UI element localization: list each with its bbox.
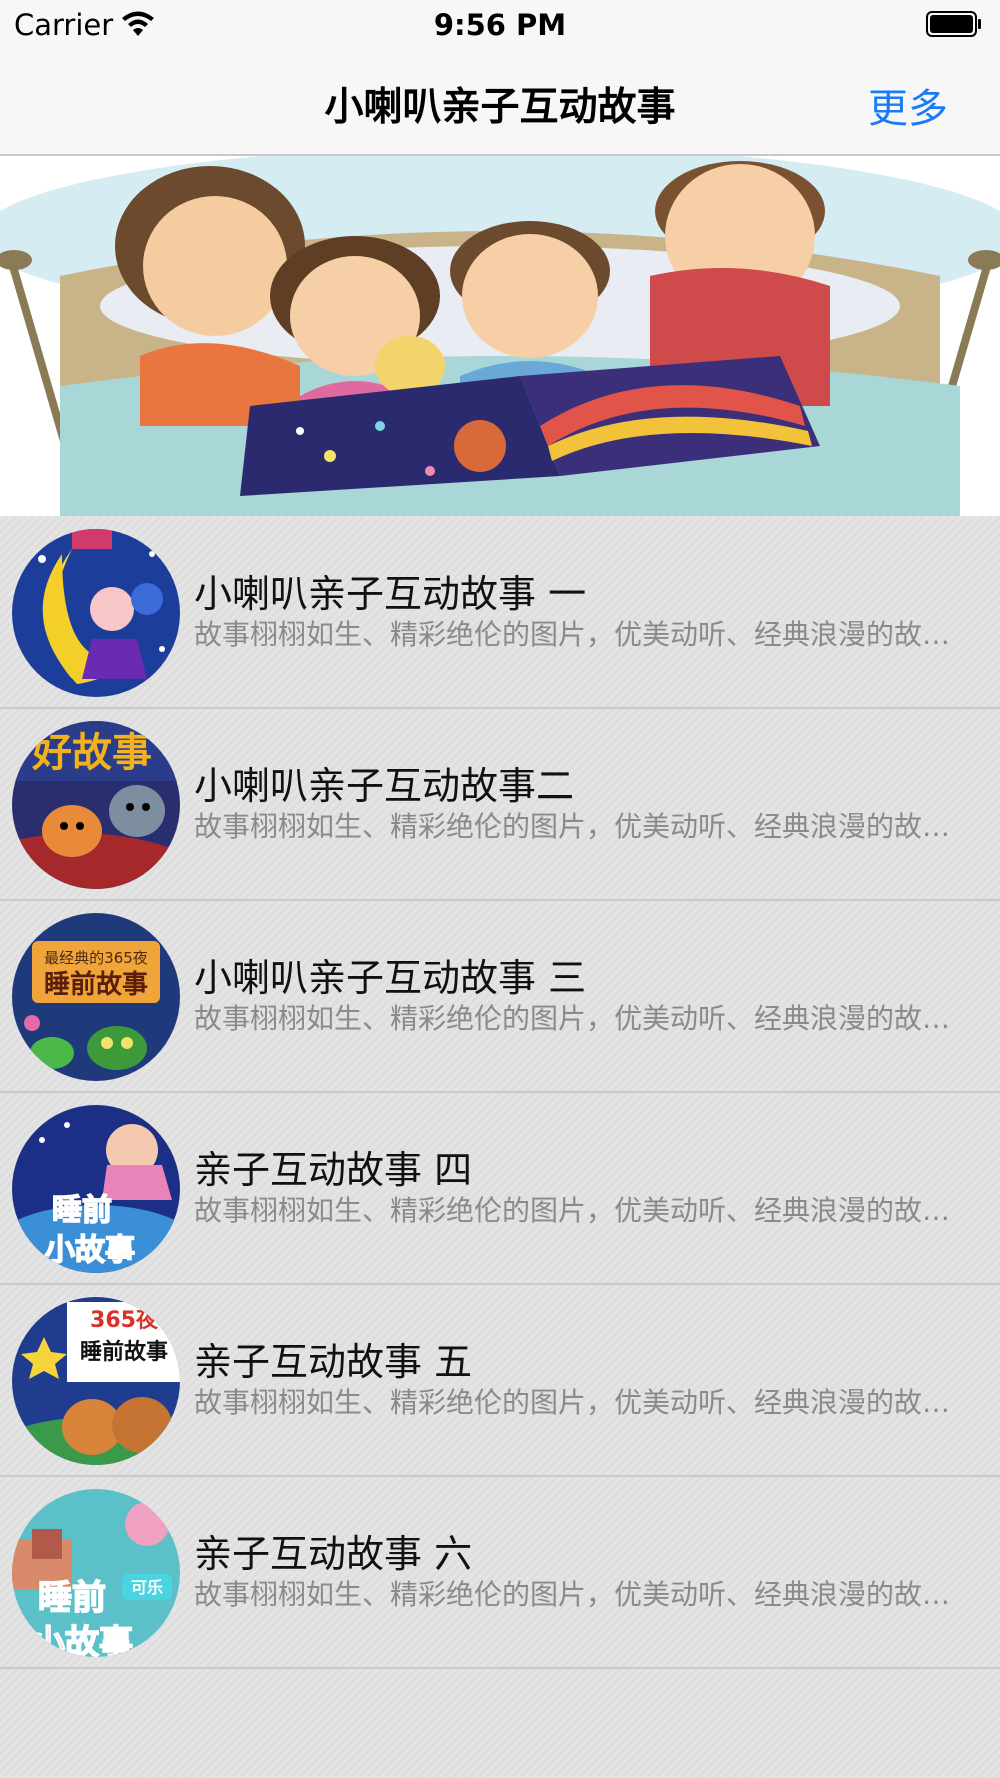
- clock: 9:56 PM: [433, 8, 567, 42]
- svg-text:最经典的365夜: 最经典的365夜: [44, 949, 148, 967]
- more-button[interactable]: 更多: [868, 76, 948, 134]
- cats-story-cover: 好故事: [12, 721, 180, 889]
- svg-text:好故事: 好故事: [31, 730, 152, 776]
- battery-icon: [926, 11, 981, 37]
- story-thumbnail: [12, 529, 180, 697]
- story-description: 故事栩栩如生、精彩绝伦的图片，优美动听、经典浪漫的故…: [194, 1578, 951, 1611]
- family-reading-illustration: [0, 156, 1000, 516]
- status-bar: Carrier 9:56 PM: [0, 0, 1000, 50]
- svg-text:睡前故事: 睡前故事: [80, 1339, 168, 1365]
- story-description: 故事栩栩如生、精彩绝伦的图片，优美动听、经典浪漫的故…: [194, 1194, 951, 1227]
- story-row[interactable]: 好故事 小喇叭亲子互动故事二 故事栩栩如生、精彩绝伦的图片，优美动听、经典浪漫的…: [0, 709, 1000, 901]
- svg-text:365夜: 365夜: [90, 1307, 159, 1333]
- navigation-bar: 小喇叭亲子互动故事 更多: [0, 50, 1000, 156]
- story-title: 亲子互动故事 四: [194, 1148, 473, 1192]
- story-thumbnail: 可乐 睡前 小故事: [12, 1489, 180, 1657]
- story-thumbnail: 365夜 睡前故事: [12, 1297, 180, 1465]
- svg-text:可乐: 可乐: [131, 1578, 163, 1597]
- story-description: 故事栩栩如生、精彩绝伦的图片，优美动听、经典浪漫的故…: [194, 1386, 951, 1419]
- svg-text:睡前: 睡前: [52, 1193, 112, 1228]
- svg-text:睡前: 睡前: [38, 1578, 106, 1618]
- banner-image[interactable]: [0, 156, 1000, 516]
- story-title: 亲子互动故事 五: [194, 1340, 473, 1384]
- svg-text:小故事: 小故事: [45, 1233, 135, 1268]
- story-row[interactable]: 小喇叭亲子互动故事 一 故事栩栩如生、精彩绝伦的图片，优美动听、经典浪漫的故…: [0, 517, 1000, 709]
- story-thumbnail: 最经典的365夜 睡前故事: [12, 913, 180, 1081]
- story-description: 故事栩栩如生、精彩绝伦的图片，优美动听、经典浪漫的故…: [194, 618, 951, 651]
- 365-nights-bears-cover: 365夜 睡前故事: [12, 1297, 180, 1465]
- story-row[interactable]: 可乐 睡前 小故事 亲子互动故事 六 故事栩栩如生、精彩绝伦的图片，优美动听、经…: [0, 1477, 1000, 1669]
- story-row[interactable]: 365夜 睡前故事 亲子互动故事 五 故事栩栩如生、精彩绝伦的图片，优美动听、经…: [0, 1285, 1000, 1477]
- story-row[interactable]: 睡前 小故事 亲子互动故事 四 故事栩栩如生、精彩绝伦的图片，优美动听、经典浪漫…: [0, 1093, 1000, 1285]
- moon-children-cover: [12, 529, 180, 697]
- story-description: 故事栩栩如生、精彩绝伦的图片，优美动听、经典浪漫的故…: [194, 810, 951, 843]
- story-thumbnail: 好故事: [12, 721, 180, 889]
- page-title: 小喇叭亲子互动故事: [324, 85, 676, 130]
- story-title: 小喇叭亲子互动故事二: [194, 764, 575, 808]
- bedtime-stories-kele-cover: 可乐 睡前 小故事: [12, 1489, 180, 1657]
- story-row[interactable]: 最经典的365夜 睡前故事 小喇叭亲子互动故事 三 故事栩栩如生、精彩绝伦的图片…: [0, 901, 1000, 1093]
- story-description: 故事栩栩如生、精彩绝伦的图片，优美动听、经典浪漫的故…: [194, 1002, 951, 1035]
- story-thumbnail: 睡前 小故事: [12, 1105, 180, 1273]
- bedtime-stories-365-cover: 最经典的365夜 睡前故事: [12, 913, 180, 1081]
- story-title: 小喇叭亲子互动故事 三: [194, 956, 587, 1000]
- svg-text:小故事: 小故事: [31, 1623, 133, 1657]
- story-list: 小喇叭亲子互动故事 一 故事栩栩如生、精彩绝伦的图片，优美动听、经典浪漫的故… …: [0, 517, 1000, 1669]
- bedtime-little-stories-cover: 睡前 小故事: [12, 1105, 180, 1273]
- story-title: 亲子互动故事 六: [194, 1532, 473, 1576]
- svg-text:睡前故事: 睡前故事: [44, 969, 148, 1000]
- story-title: 小喇叭亲子互动故事 一: [194, 572, 587, 616]
